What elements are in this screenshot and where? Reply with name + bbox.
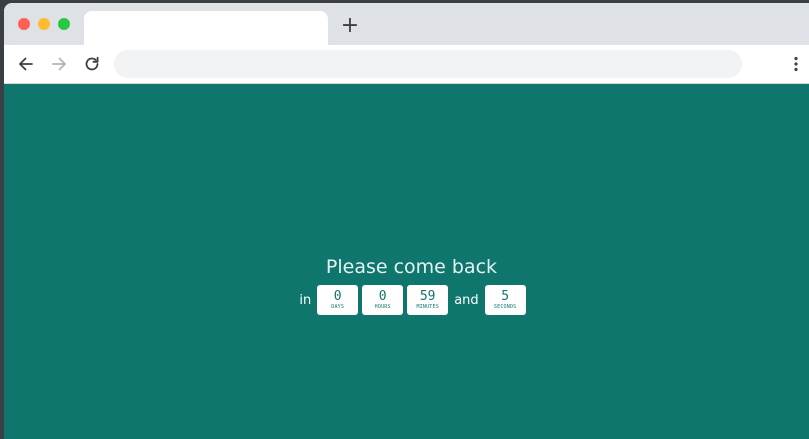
close-window-button[interactable] (18, 18, 30, 30)
countdown-minutes: 59 MINUTES (407, 285, 449, 315)
seconds-value: 5 (501, 288, 510, 304)
days-label: DAYS (331, 303, 345, 310)
maximize-window-button[interactable] (58, 18, 70, 30)
browser-toolbar (4, 45, 809, 84)
countdown-days: 0 DAYS (317, 285, 359, 315)
new-tab-button[interactable]: + (339, 15, 361, 37)
countdown-hours: 0 HOURS (362, 285, 404, 315)
countdown-connector: and (454, 292, 479, 308)
days-value: 0 (333, 288, 342, 304)
kebab-menu-icon[interactable] (788, 54, 804, 74)
active-tab[interactable] (84, 11, 328, 45)
countdown-seconds: 5 SECONDS (484, 285, 526, 315)
come-back-message: Please come back (325, 256, 498, 278)
countdown-timer: in 0 DAYS 0 HOURS 59 MINUTES and 5 SECON… (4, 285, 809, 315)
back-arrow-icon[interactable] (16, 54, 36, 74)
page-viewport: Please come back in 0 DAYS 0 HOURS 59 MI… (4, 84, 809, 439)
minimize-window-button[interactable] (38, 18, 50, 30)
address-bar-input[interactable] (114, 50, 742, 78)
countdown-prefix: in (299, 292, 312, 308)
browser-window: + Please come back in 0 DAYS 0 HOURS 59 … (4, 3, 809, 439)
minutes-value: 59 (419, 288, 436, 304)
reload-icon[interactable] (82, 54, 102, 74)
seconds-label: SECONDS (493, 303, 517, 310)
tab-strip: + (4, 3, 809, 45)
hours-value: 0 (378, 288, 387, 304)
minutes-label: MINUTES (416, 303, 439, 310)
hours-label: HOURS (374, 303, 391, 310)
forward-arrow-icon[interactable] (49, 54, 69, 74)
